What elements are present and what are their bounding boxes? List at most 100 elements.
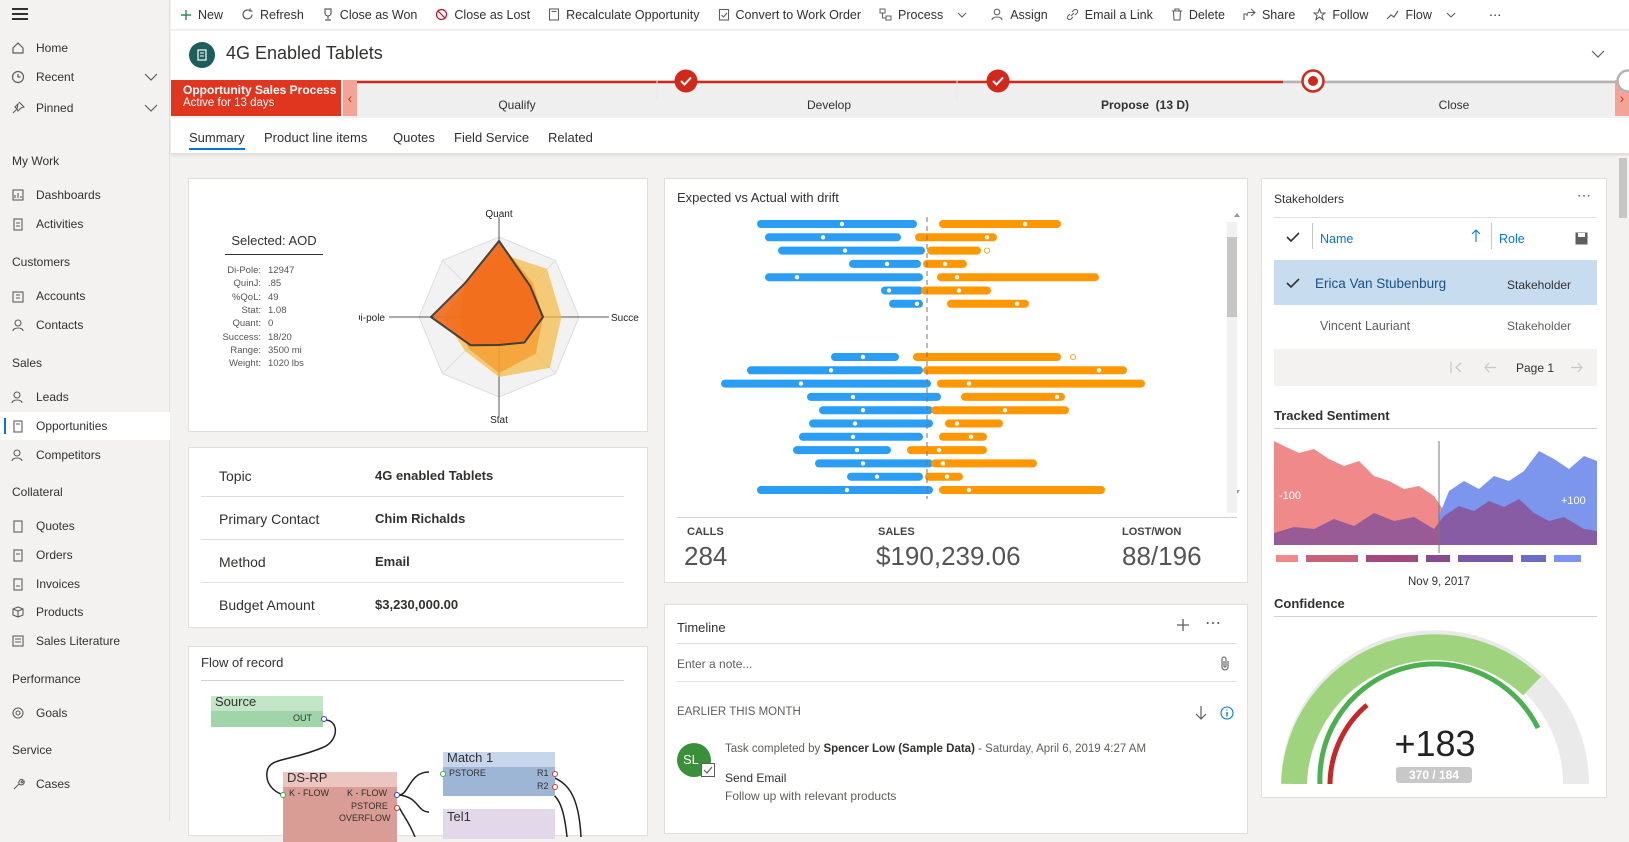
hamburger-menu-icon[interactable] — [12, 8, 28, 22]
page-scrollbar[interactable] — [1617, 156, 1629, 821]
nav-activities[interactable]: Activities — [0, 210, 170, 238]
refresh-button[interactable]: Refresh — [232, 0, 313, 30]
info-icon[interactable] — [1220, 706, 1234, 720]
chevron-down-icon[interactable] — [1591, 50, 1605, 58]
stage-close-label[interactable]: Close — [1439, 98, 1470, 112]
more-options-icon[interactable]: ⋯ — [1577, 187, 1591, 204]
stage-close-icon[interactable] — [1615, 68, 1629, 94]
tab-field-service[interactable]: Field Service — [454, 130, 529, 145]
tab-product-line-items[interactable]: Product line items — [264, 130, 367, 145]
share-button[interactable]: Share — [1234, 0, 1304, 30]
port-icon[interactable] — [394, 792, 400, 798]
row-check-icon[interactable] — [1286, 277, 1300, 289]
next-page-icon[interactable] — [1570, 362, 1583, 373]
tab-related[interactable]: Related — [548, 130, 593, 145]
sentiment-chart[interactable] — [1274, 441, 1597, 576]
field-row[interactable]: Budget Amount$3,230,000.00 — [201, 583, 624, 626]
nav-home[interactable]: Home — [0, 34, 170, 62]
radar-stat-key: Success: — [222, 332, 261, 343]
scrollbar-thumb[interactable] — [1227, 237, 1237, 317]
follow-button[interactable]: Follow — [1304, 0, 1377, 30]
column-role-header[interactable]: Role — [1499, 232, 1525, 246]
field-value[interactable]: Email — [375, 554, 410, 569]
radar-stat-key: Range: — [230, 345, 261, 356]
chevron-down-icon[interactable] — [144, 101, 158, 115]
port-icon[interactable] — [552, 771, 558, 777]
first-page-icon[interactable] — [1450, 362, 1463, 373]
note-input[interactable]: Enter a note... — [677, 657, 752, 671]
nav-opportunities[interactable]: Opportunities — [0, 412, 170, 440]
port-icon[interactable] — [394, 805, 400, 811]
stage-qualify-label[interactable]: Qualify — [498, 98, 535, 112]
drift-chart[interactable] — [665, 209, 1249, 499]
nav-invoices[interactable]: Invoices — [0, 570, 170, 598]
stage-propose-label[interactable]: Propose (13 D) — [1101, 98, 1189, 112]
field-row[interactable]: MethodEmail — [201, 540, 624, 583]
port-icon[interactable] — [321, 716, 327, 722]
nav-pinned[interactable]: Pinned — [0, 94, 170, 122]
column-name-header[interactable]: Name — [1320, 232, 1353, 246]
attachment-icon[interactable] — [1219, 656, 1231, 672]
assign-button[interactable]: Assign — [982, 0, 1057, 30]
drift-scrollbar[interactable] — [1227, 222, 1237, 513]
nav-cases[interactable]: Cases — [0, 770, 170, 798]
timeline-item-user[interactable]: Spencer Low (Sample Data) — [823, 743, 974, 755]
nav-leads[interactable]: Leads — [0, 383, 170, 411]
field-row[interactable]: Topic4G enabled Tablets — [201, 454, 624, 497]
email-link-button[interactable]: Email a Link — [1057, 0, 1162, 30]
nav-dashboards[interactable]: Dashboards — [0, 181, 170, 209]
stage-develop-check-icon[interactable] — [985, 68, 1011, 94]
nav-products[interactable]: Products — [0, 598, 170, 626]
nav-accounts[interactable]: Accounts — [0, 282, 170, 310]
nav-recent[interactable]: Recent — [0, 63, 170, 91]
nav-orders[interactable]: Orders — [0, 541, 170, 569]
previous-page-icon[interactable] — [1484, 362, 1497, 373]
timeline-item-title[interactable]: Send Email — [725, 771, 786, 785]
delete-button[interactable]: Delete — [1162, 0, 1234, 30]
sort-down-icon[interactable] — [1194, 705, 1208, 721]
process-prev-button[interactable]: ‹ — [343, 80, 357, 116]
port-icon[interactable] — [440, 771, 446, 777]
nav-quotes[interactable]: Quotes — [0, 512, 170, 540]
close-as-lost-button[interactable]: Close as Lost — [426, 0, 539, 30]
field-value[interactable]: $3,230,000.00 — [375, 597, 458, 612]
save-icon[interactable] — [1575, 232, 1588, 245]
sort-up-icon[interactable] — [1471, 229, 1481, 243]
nav-sales-literature[interactable]: Sales Literature — [0, 627, 170, 655]
record-title: 4G Enabled Tablets — [226, 43, 383, 64]
process-flag[interactable]: Opportunity Sales Process Active for 13 … — [171, 80, 341, 116]
more-options-icon[interactable]: ⋯ — [1205, 613, 1221, 633]
nav-contacts[interactable]: Contacts — [0, 311, 170, 339]
flow-diagram[interactable] — [189, 647, 649, 837]
scrollbar-thumb[interactable] — [1619, 158, 1627, 218]
add-icon[interactable] — [1175, 617, 1191, 633]
stakeholder-name-1[interactable]: Vincent Lauriant — [1320, 319, 1410, 333]
tab-quotes[interactable]: Quotes — [393, 130, 435, 145]
pin-icon — [0, 101, 36, 115]
port-icon[interactable] — [552, 784, 558, 790]
field-value[interactable]: 4G enabled Tablets — [375, 468, 493, 483]
more-commands-button[interactable]: ⋯ — [1471, 0, 1511, 30]
stage-propose-active-icon[interactable] — [1300, 68, 1326, 94]
port-icon[interactable] — [280, 792, 286, 798]
nav-goals[interactable]: Goals — [0, 699, 170, 727]
chevron-down-icon[interactable] — [144, 70, 158, 84]
radar-chart[interactable]: QuantSuccessStatDi-pole — [359, 197, 639, 427]
close-as-won-button[interactable]: Close as Won — [313, 0, 427, 30]
timeline-item-date: Saturday, April 6, 2019 4:27 AM — [985, 743, 1146, 755]
flow-node-match-r1: R1 — [537, 768, 549, 778]
new-button[interactable]: New — [171, 0, 232, 30]
recalculate-button[interactable]: Recalculate Opportunity — [539, 0, 708, 30]
drift-expected-marker — [860, 461, 865, 466]
tab-summary[interactable]: Summary — [189, 130, 245, 150]
process-button[interactable]: Process — [870, 0, 982, 30]
field-row[interactable]: Primary ContactChim Richalds — [201, 497, 624, 540]
stage-develop-label[interactable]: Develop — [807, 98, 851, 112]
convert-work-order-button[interactable]: Convert to Work Order — [709, 0, 871, 30]
flow-button[interactable]: Flow — [1377, 0, 1470, 30]
nav-competitors[interactable]: Competitors — [0, 441, 170, 469]
field-value[interactable]: Chim Richalds — [375, 511, 465, 526]
select-all-check-icon[interactable] — [1286, 231, 1300, 243]
stakeholder-name-0[interactable]: Erica Van Stubenburg — [1315, 276, 1446, 291]
stage-qualify-check-icon[interactable] — [673, 68, 699, 94]
